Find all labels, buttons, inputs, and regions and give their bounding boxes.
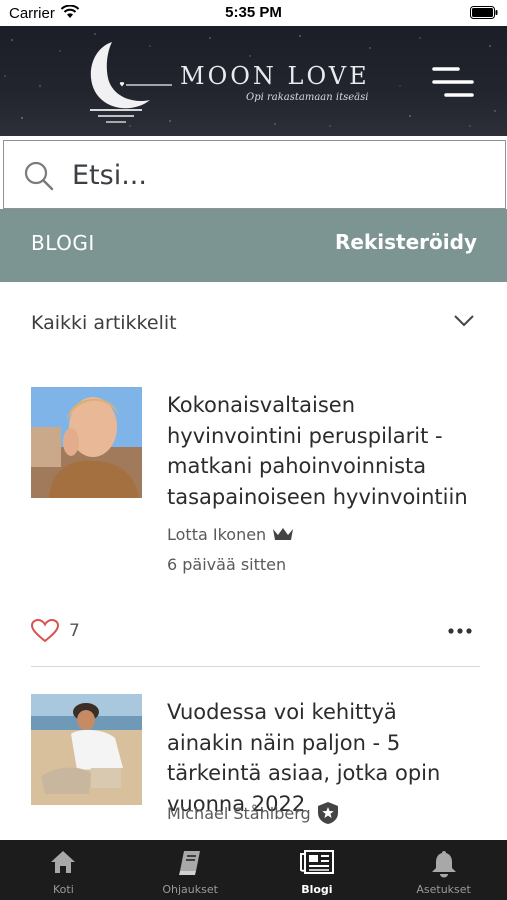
tab-bar: Koti Ohjaukset Blogi Asetukset: [0, 840, 507, 900]
tab-label: Asetukset: [416, 883, 471, 896]
newspaper-icon: [299, 850, 334, 874]
more-options-icon[interactable]: [448, 628, 472, 634]
search-icon: [24, 161, 54, 191]
bell-icon: [431, 851, 456, 878]
chevron-down-icon: [454, 315, 474, 327]
author-row: Lotta Ikonen: [167, 525, 294, 544]
status-bar: Carrier 5:35 PM: [0, 0, 507, 26]
logo-tagline: Opi rakastamaan itseäsi: [246, 92, 369, 103]
article-card[interactable]: Vuodessa voi kehittyä ainakin näin paljo…: [31, 694, 480, 844]
clock: 5:35 PM: [225, 4, 282, 21]
article-thumbnail[interactable]: [31, 694, 142, 805]
logo-title: MOON LOVE: [180, 62, 370, 90]
tab-label: Koti: [52, 883, 74, 896]
like-button[interactable]: 7: [31, 619, 80, 643]
register-link[interactable]: Rekisteröidy: [335, 230, 477, 254]
category-dropdown[interactable]: Kaikki artikkelit: [31, 300, 477, 348]
tab-koti[interactable]: Koti: [0, 840, 127, 900]
article-thumbnail[interactable]: [31, 387, 142, 498]
search-input[interactable]: [72, 153, 492, 197]
hamburger-menu-icon[interactable]: [430, 64, 476, 100]
article-date: 6 päivää sitten: [167, 555, 287, 574]
tab-asetukset[interactable]: Asetukset: [380, 840, 507, 900]
home-icon: [51, 851, 76, 873]
author-name: Lotta Ikonen: [167, 525, 267, 544]
blog-title: BLOGI: [31, 231, 95, 255]
blog-bar: BLOGI Rekisteröidy: [0, 209, 507, 282]
like-count: 7: [69, 621, 80, 641]
author-row: Michael Ståhlberg: [167, 801, 339, 825]
author-name: Michael Ståhlberg: [167, 803, 311, 823]
book-icon: [179, 851, 201, 875]
heart-icon: [31, 619, 59, 643]
article-title[interactable]: Kokonaisvaltaisen hyvinvointini peruspil…: [167, 390, 477, 512]
app-header: MOON LOVE Opi rakastamaan itseäsi: [0, 26, 507, 136]
tab-label: Blogi: [301, 883, 333, 896]
tab-ohjaukset[interactable]: Ohjaukset: [127, 840, 254, 900]
category-selected: Kaikki artikkelit: [31, 312, 177, 334]
crown-icon: [273, 528, 294, 540]
article-card[interactable]: Kokonaisvaltaisen hyvinvointini peruspil…: [31, 387, 480, 667]
shield-star-icon: [317, 802, 338, 824]
tab-blogi[interactable]: Blogi: [254, 840, 381, 900]
battery-icon: [470, 6, 498, 19]
search-box[interactable]: [3, 140, 506, 209]
tab-label: Ohjaukset: [162, 883, 218, 896]
